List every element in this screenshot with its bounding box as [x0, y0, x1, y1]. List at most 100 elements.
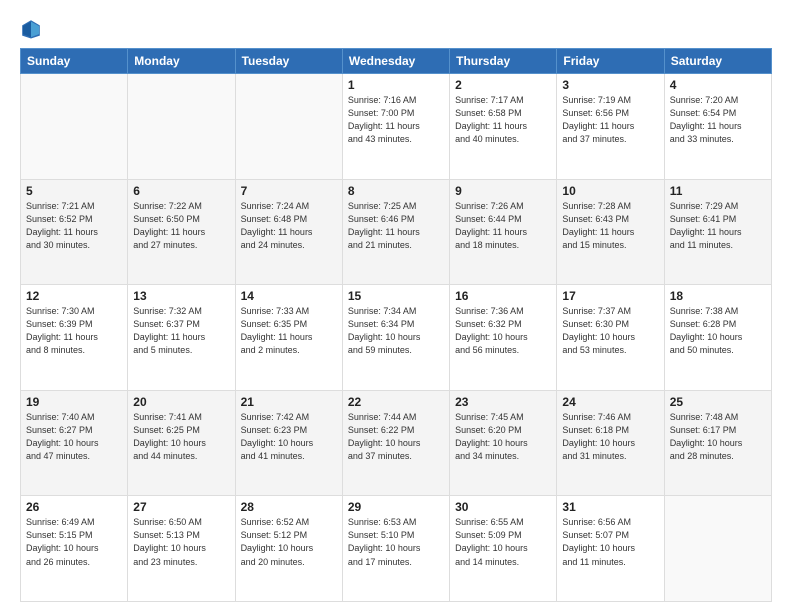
calendar-day: 6 Sunrise: 7:22 AM Sunset: 6:50 PM Daylig…	[128, 179, 235, 285]
calendar-day: 15 Sunrise: 7:34 AM Sunset: 6:34 PM Dayli…	[342, 285, 449, 391]
day-info: Sunrise: 7:22 AM Sunset: 6:50 PM Dayligh…	[133, 200, 229, 252]
day-number: 26	[26, 500, 122, 514]
calendar-day: 20Sunrise: 7:41 AM Sunset: 6:25 PM Dayli…	[128, 390, 235, 496]
day-number: 30	[455, 500, 551, 514]
calendar-header-saturday: Saturday	[664, 49, 771, 74]
day-info: Sunrise: 6:49 AM Sunset: 5:15 PM Dayligh…	[26, 516, 122, 568]
calendar-day: 24Sunrise: 7:46 AM Sunset: 6:18 PM Dayli…	[557, 390, 664, 496]
calendar-week-row: 12 Sunrise: 7:30 AM Sunset: 6:39 PM Dayli…	[21, 285, 772, 391]
day-info: Sunrise: 7:45 AM Sunset: 6:20 PM Dayligh…	[455, 411, 551, 463]
day-info: Sunrise: 6:56 AM Sunset: 5:07 PM Dayligh…	[562, 516, 658, 568]
day-info: Sunrise: 7:38 AM Sunset: 6:28 PM Dayligh…	[670, 305, 766, 357]
day-number: 4	[670, 78, 766, 92]
calendar-day: 7 Sunrise: 7:24 AM Sunset: 6:48 PM Daylig…	[235, 179, 342, 285]
calendar-day: 8 Sunrise: 7:25 AM Sunset: 6:46 PM Daylig…	[342, 179, 449, 285]
day-number: 25	[670, 395, 766, 409]
day-number: 13	[133, 289, 229, 303]
day-number: 23	[455, 395, 551, 409]
day-info: Sunrise: 7:24 AM Sunset: 6:48 PM Dayligh…	[241, 200, 337, 252]
day-info: Sunrise: 7:26 AM Sunset: 6:44 PM Dayligh…	[455, 200, 551, 252]
day-number: 18	[670, 289, 766, 303]
day-number: 21	[241, 395, 337, 409]
calendar-table: SundayMondayTuesdayWednesdayThursdayFrid…	[20, 48, 772, 602]
day-number: 11	[670, 184, 766, 198]
calendar-day: 5 Sunrise: 7:21 AM Sunset: 6:52 PM Daylig…	[21, 179, 128, 285]
calendar-week-row: 26 Sunrise: 6:49 AM Sunset: 5:15 PM Dayli…	[21, 496, 772, 602]
day-number: 6	[133, 184, 229, 198]
calendar-week-row: 5 Sunrise: 7:21 AM Sunset: 6:52 PM Daylig…	[21, 179, 772, 285]
calendar-week-row: 1Sunrise: 7:16 AM Sunset: 7:00 PM Daylig…	[21, 74, 772, 180]
day-info: Sunrise: 6:52 AM Sunset: 5:12 PM Dayligh…	[241, 516, 337, 568]
day-info: Sunrise: 7:20 AM Sunset: 6:54 PM Dayligh…	[670, 94, 766, 146]
calendar-header-tuesday: Tuesday	[235, 49, 342, 74]
day-info: Sunrise: 7:48 AM Sunset: 6:17 PM Dayligh…	[670, 411, 766, 463]
calendar-day: 19Sunrise: 7:40 AM Sunset: 6:27 PM Dayli…	[21, 390, 128, 496]
day-number: 17	[562, 289, 658, 303]
calendar-day: 3Sunrise: 7:19 AM Sunset: 6:56 PM Daylig…	[557, 74, 664, 180]
day-info: Sunrise: 7:21 AM Sunset: 6:52 PM Dayligh…	[26, 200, 122, 252]
calendar-day: 31 Sunrise: 6:56 AM Sunset: 5:07 PM Dayli…	[557, 496, 664, 602]
calendar-day: 26 Sunrise: 6:49 AM Sunset: 5:15 PM Dayli…	[21, 496, 128, 602]
calendar-day: 10 Sunrise: 7:28 AM Sunset: 6:43 PM Dayli…	[557, 179, 664, 285]
calendar-day	[235, 74, 342, 180]
calendar-header-row: SundayMondayTuesdayWednesdayThursdayFrid…	[21, 49, 772, 74]
calendar-day: 13 Sunrise: 7:32 AM Sunset: 6:37 PM Dayli…	[128, 285, 235, 391]
day-info: Sunrise: 7:28 AM Sunset: 6:43 PM Dayligh…	[562, 200, 658, 252]
day-info: Sunrise: 7:42 AM Sunset: 6:23 PM Dayligh…	[241, 411, 337, 463]
day-info: Sunrise: 7:25 AM Sunset: 6:46 PM Dayligh…	[348, 200, 444, 252]
day-number: 14	[241, 289, 337, 303]
day-number: 9	[455, 184, 551, 198]
day-number: 8	[348, 184, 444, 198]
day-info: Sunrise: 6:53 AM Sunset: 5:10 PM Dayligh…	[348, 516, 444, 568]
day-info: Sunrise: 7:36 AM Sunset: 6:32 PM Dayligh…	[455, 305, 551, 357]
calendar-day: 23 Sunrise: 7:45 AM Sunset: 6:20 PM Dayli…	[450, 390, 557, 496]
day-number: 22	[348, 395, 444, 409]
calendar-day: 14Sunrise: 7:33 AM Sunset: 6:35 PM Dayli…	[235, 285, 342, 391]
calendar-header-wednesday: Wednesday	[342, 49, 449, 74]
calendar-day: 30 Sunrise: 6:55 AM Sunset: 5:09 PM Dayli…	[450, 496, 557, 602]
day-number: 5	[26, 184, 122, 198]
calendar-day: 28 Sunrise: 6:52 AM Sunset: 5:12 PM Dayli…	[235, 496, 342, 602]
day-number: 3	[562, 78, 658, 92]
calendar-day	[21, 74, 128, 180]
day-info: Sunrise: 7:34 AM Sunset: 6:34 PM Dayligh…	[348, 305, 444, 357]
day-info: Sunrise: 7:44 AM Sunset: 6:22 PM Dayligh…	[348, 411, 444, 463]
day-number: 27	[133, 500, 229, 514]
calendar-day: 16Sunrise: 7:36 AM Sunset: 6:32 PM Dayli…	[450, 285, 557, 391]
logo-icon	[20, 18, 42, 40]
day-info: Sunrise: 7:40 AM Sunset: 6:27 PM Dayligh…	[26, 411, 122, 463]
calendar-header-thursday: Thursday	[450, 49, 557, 74]
calendar-day: 2Sunrise: 7:17 AM Sunset: 6:58 PM Daylig…	[450, 74, 557, 180]
day-info: Sunrise: 6:55 AM Sunset: 5:09 PM Dayligh…	[455, 516, 551, 568]
day-number: 10	[562, 184, 658, 198]
header	[20, 18, 772, 40]
day-number: 1	[348, 78, 444, 92]
calendar-day	[664, 496, 771, 602]
day-number: 15	[348, 289, 444, 303]
day-number: 31	[562, 500, 658, 514]
calendar-day: 12 Sunrise: 7:30 AM Sunset: 6:39 PM Dayli…	[21, 285, 128, 391]
calendar-day: 25 Sunrise: 7:48 AM Sunset: 6:17 PM Dayli…	[664, 390, 771, 496]
calendar-day: 4 Sunrise: 7:20 AM Sunset: 6:54 PM Daylig…	[664, 74, 771, 180]
day-number: 7	[241, 184, 337, 198]
day-info: Sunrise: 7:37 AM Sunset: 6:30 PM Dayligh…	[562, 305, 658, 357]
calendar-day: 17 Sunrise: 7:37 AM Sunset: 6:30 PM Dayli…	[557, 285, 664, 391]
calendar-day: 29Sunrise: 6:53 AM Sunset: 5:10 PM Dayli…	[342, 496, 449, 602]
day-info: Sunrise: 6:50 AM Sunset: 5:13 PM Dayligh…	[133, 516, 229, 568]
day-number: 12	[26, 289, 122, 303]
calendar-day: 22 Sunrise: 7:44 AM Sunset: 6:22 PM Dayli…	[342, 390, 449, 496]
calendar-week-row: 19Sunrise: 7:40 AM Sunset: 6:27 PM Dayli…	[21, 390, 772, 496]
calendar-header-sunday: Sunday	[21, 49, 128, 74]
day-number: 28	[241, 500, 337, 514]
calendar-day: 18 Sunrise: 7:38 AM Sunset: 6:28 PM Dayli…	[664, 285, 771, 391]
calendar-day: 9 Sunrise: 7:26 AM Sunset: 6:44 PM Daylig…	[450, 179, 557, 285]
day-info: Sunrise: 7:30 AM Sunset: 6:39 PM Dayligh…	[26, 305, 122, 357]
logo	[20, 18, 46, 40]
day-info: Sunrise: 7:29 AM Sunset: 6:41 PM Dayligh…	[670, 200, 766, 252]
day-number: 24	[562, 395, 658, 409]
day-info: Sunrise: 7:17 AM Sunset: 6:58 PM Dayligh…	[455, 94, 551, 146]
page: SundayMondayTuesdayWednesdayThursdayFrid…	[0, 0, 792, 612]
day-info: Sunrise: 7:32 AM Sunset: 6:37 PM Dayligh…	[133, 305, 229, 357]
calendar-day: 21 Sunrise: 7:42 AM Sunset: 6:23 PM Dayli…	[235, 390, 342, 496]
calendar-header-friday: Friday	[557, 49, 664, 74]
